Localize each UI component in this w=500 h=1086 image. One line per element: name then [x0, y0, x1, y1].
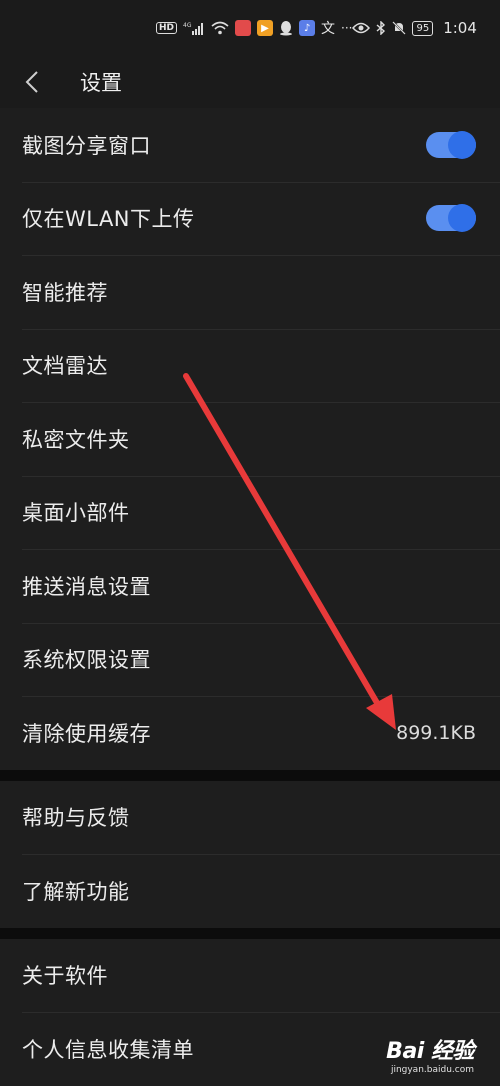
setting-label: 文档雷达 [22, 354, 108, 379]
setting-label: 个人信息收集清单 [22, 1037, 194, 1062]
section-divider [0, 927, 500, 939]
toggle-knob [448, 204, 476, 233]
setting-label: 私密文件夹 [22, 427, 130, 452]
settings-group-help: 帮助与反馈 了解新功能 [0, 780, 500, 928]
hd-icon: HD [156, 22, 178, 34]
setting-private-folder[interactable]: 私密文件夹 [0, 402, 500, 476]
setting-label: 截图分享窗口 [22, 133, 151, 158]
back-button[interactable] [20, 67, 44, 97]
screenshot-share-toggle[interactable] [426, 130, 476, 159]
setting-label: 桌面小部件 [22, 501, 130, 526]
section-divider [0, 769, 500, 781]
wlan-upload-toggle[interactable] [426, 204, 476, 233]
settings-group-main: 截图分享窗口 仅在WLAN下上传 智能推荐 文档雷达 私密文件夹 桌面小部件 推… [0, 108, 500, 770]
signal-icon: 4G [183, 21, 205, 35]
header: 设置 [0, 56, 500, 108]
mute-icon [392, 21, 407, 35]
setting-system-permissions[interactable]: 系统权限设置 [0, 622, 500, 697]
setting-label: 系统权限设置 [22, 648, 151, 673]
clock: 1:04 [443, 19, 477, 37]
qq-icon [279, 20, 293, 36]
setting-desktop-widget[interactable]: 桌面小部件 [0, 475, 500, 550]
setting-about[interactable]: 关于软件 [0, 939, 500, 1013]
setting-label: 关于软件 [22, 964, 108, 989]
battery-icon: 95 [412, 20, 434, 36]
eye-icon [352, 22, 371, 34]
chevron-left-icon [25, 71, 38, 93]
status-right: 95 1:04 [352, 19, 477, 37]
watermark-url: jingyan.baidu.com [390, 1065, 474, 1075]
toggle-knob [448, 130, 476, 159]
page-title: 设置 [80, 71, 122, 95]
translate-icon: 文 [321, 21, 336, 37]
setting-doc-radar[interactable]: 文档雷达 [0, 328, 500, 403]
baidu-logo: Bai 经验 [386, 1039, 474, 1064]
setting-smart-recommend[interactable]: 智能推荐 [0, 255, 500, 329]
video-app-icon: ▶ [257, 20, 274, 36]
setting-label: 智能推荐 [22, 280, 108, 305]
setting-label: 了解新功能 [22, 879, 130, 904]
setting-label: 仅在WLAN下上传 [22, 207, 195, 232]
cache-size-value: 899.1KB [396, 721, 476, 744]
music-app-icon: ♪ [299, 20, 316, 36]
watermark: Bai 经验 jingyan.baidu.com [386, 1033, 474, 1075]
setting-label: 清除使用缓存 [22, 721, 151, 746]
more-icon: ··· [341, 21, 353, 35]
setting-label: 推送消息设置 [22, 574, 151, 599]
setting-help-feedback[interactable]: 帮助与反馈 [0, 781, 500, 855]
setting-push-notifications[interactable]: 推送消息设置 [0, 549, 500, 623]
bluetooth-icon [376, 21, 386, 35]
app-notification-icon [235, 20, 252, 36]
setting-new-features[interactable]: 了解新功能 [0, 854, 500, 928]
wifi-icon [211, 21, 229, 35]
setting-label: 帮助与反馈 [22, 806, 130, 831]
status-bar: HD 4G ▶ ♪ 文 ··· 95 1:04 [0, 0, 500, 56]
setting-clear-cache[interactable]: 清除使用缓存 899.1KB [0, 696, 500, 770]
svg-text:4G: 4G [183, 22, 192, 29]
status-left: HD 4G ▶ ♪ 文 ··· [156, 18, 352, 38]
setting-screenshot-share[interactable]: 截图分享窗口 [0, 108, 500, 182]
setting-wlan-upload[interactable]: 仅在WLAN下上传 [0, 181, 500, 256]
